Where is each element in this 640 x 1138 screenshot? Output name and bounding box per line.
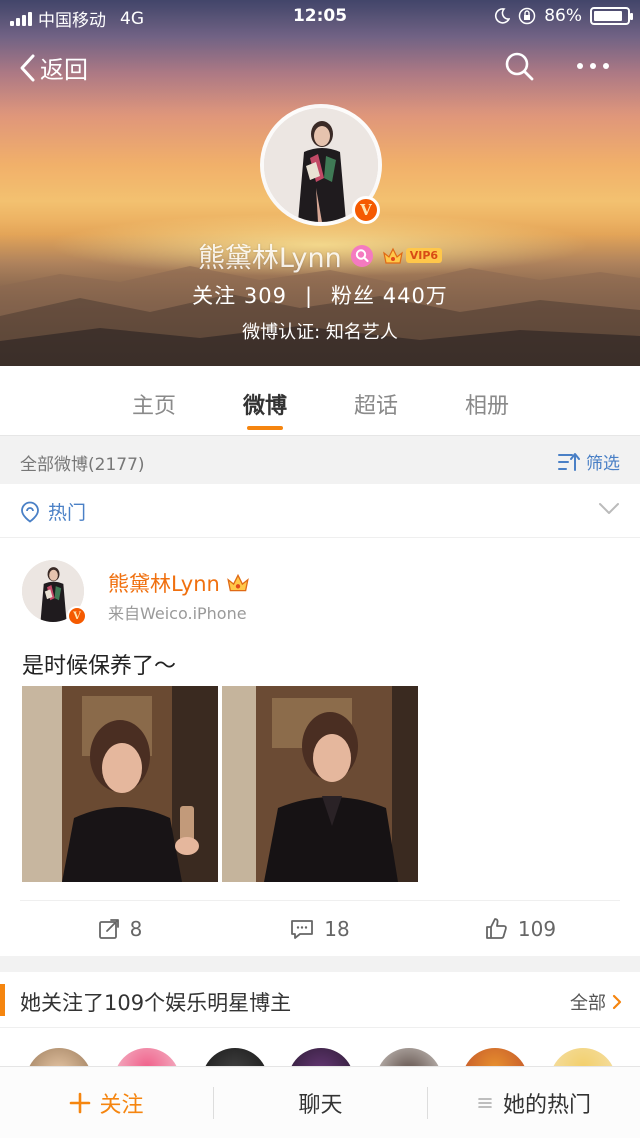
filter-icon <box>558 452 580 471</box>
section-divider <box>0 956 640 972</box>
post-image-2[interactable] <box>222 686 418 882</box>
filter-bar: 全部微博(2177) 筛选 <box>0 436 640 484</box>
status-bar: 中国移动 4G 12:05 86% <box>0 0 640 34</box>
verified-badge-icon: V <box>352 196 380 224</box>
nav-bar: 返回 <box>0 40 640 92</box>
moon-icon <box>495 8 511 24</box>
post-count: 全部微博(2177) <box>20 455 145 475</box>
followed-stars-list <box>0 1028 640 1068</box>
post-text: 是时候保养了～ <box>22 654 177 679</box>
star-avatar[interactable] <box>462 1048 528 1068</box>
search-icon <box>505 52 534 81</box>
thumbs-up-icon <box>486 917 507 939</box>
repost-button[interactable]: 8 <box>20 901 220 956</box>
crown-vip-icon <box>227 573 249 592</box>
chat-button[interactable]: 聊天 <box>214 1067 427 1138</box>
weibo-profile-page: 中国移动 4G 12:05 86% 返回 V 熊黛林Lynn VIP6 关注 3… <box>0 0 640 1138</box>
stats-separator: | <box>304 284 314 308</box>
section-accent-bar <box>0 984 5 1016</box>
her-hot-label: 她的热门 <box>502 1093 591 1118</box>
verification-text: 微博认证: 知名艺人 <box>242 322 398 343</box>
star-avatar[interactable] <box>376 1048 442 1068</box>
tab-super-topic[interactable]: 超话 <box>336 388 416 420</box>
profile-name: 熊黛林Lynn <box>197 243 342 274</box>
comment-icon <box>291 919 314 939</box>
battery-fill <box>594 11 622 21</box>
post-actions: 8 18 109 <box>20 900 620 956</box>
more-button[interactable] <box>575 56 611 80</box>
post-image-1[interactable] <box>22 686 218 882</box>
plus-icon <box>70 1092 91 1114</box>
profile-stats: 关注 309 | 粉丝 440万 <box>0 280 640 310</box>
post-source: 来自Weico.iPhone <box>108 604 247 623</box>
profile-name-row: 熊黛林Lynn VIP6 <box>0 236 640 275</box>
battery-percent: 86% <box>544 6 582 26</box>
followed-stars-header: 她关注了109个娱乐明星博主 全部 <box>0 972 640 1028</box>
comment-button[interactable]: 18 <box>220 901 420 956</box>
followed-stars-title: 她关注了109个娱乐明星博主 <box>20 991 292 1015</box>
back-button[interactable]: 返回 <box>18 50 88 85</box>
view-all-button[interactable]: 全部 <box>570 989 622 1015</box>
orientation-lock-icon <box>518 7 536 25</box>
vip-level: VIP6 <box>405 248 443 263</box>
star-avatar[interactable] <box>202 1048 268 1068</box>
her-hot-button[interactable]: 她的热门 <box>428 1067 640 1138</box>
female-gender-icon <box>350 244 373 267</box>
tab-weibo[interactable]: 微博 <box>225 388 305 420</box>
fans-label: 粉丝 <box>331 284 376 308</box>
crown-icon <box>382 247 403 264</box>
post-verified-badge-icon: V <box>67 606 87 626</box>
like-count: 109 <box>517 916 557 941</box>
star-avatar[interactable] <box>114 1048 180 1068</box>
star-avatar[interactable] <box>288 1048 354 1068</box>
hot-filter[interactable]: 热门 <box>20 498 86 525</box>
chevron-down-icon[interactable] <box>598 502 620 516</box>
profile-tabs: 主页 微博 超话 相册 <box>0 366 640 436</box>
following-count: 309 <box>243 284 287 308</box>
hot-filter-row: 热门 <box>0 484 640 538</box>
like-button[interactable]: 109 <box>420 901 620 956</box>
hot-pin-icon <box>21 501 39 523</box>
fans-count: 440万 <box>382 284 448 308</box>
vip-badge[interactable]: VIP6 <box>382 246 443 266</box>
chevron-left-icon <box>20 54 35 81</box>
follow-button[interactable]: 关注 <box>0 1067 213 1138</box>
tab-home[interactable]: 主页 <box>114 388 194 420</box>
list-icon <box>478 1098 492 1108</box>
profile-avatar-wrap[interactable]: V <box>260 104 382 226</box>
search-button[interactable] <box>503 50 535 86</box>
hot-label: 热门 <box>48 502 87 524</box>
star-avatar[interactable] <box>550 1048 616 1068</box>
following-label: 关注 <box>192 284 237 308</box>
post-photo-1 <box>22 686 218 882</box>
filter-button[interactable]: 筛选 <box>558 449 620 474</box>
more-dots-icon <box>577 63 609 69</box>
chat-label: 聊天 <box>298 1093 343 1118</box>
following-stat[interactable]: 关注 309 <box>192 284 287 308</box>
fans-stat[interactable]: 粉丝 440万 <box>331 284 448 308</box>
filter-label: 筛选 <box>586 454 620 474</box>
repost-count: 8 <box>129 916 143 941</box>
star-avatar[interactable] <box>26 1048 92 1068</box>
battery-icon <box>590 7 633 25</box>
post-author-name: 熊黛林Lynn <box>108 572 220 596</box>
follow-label: 关注 <box>99 1093 144 1118</box>
back-label: 返回 <box>40 56 88 84</box>
post-card[interactable]: V 熊黛林Lynn 来自Weico.iPhone 是时候保养了～ 8 18 10… <box>0 538 640 956</box>
bottom-action-bar: 关注 聊天 她的热门 <box>0 1066 640 1138</box>
status-right: 86% <box>494 6 633 26</box>
comment-count: 18 <box>324 916 350 941</box>
tab-album[interactable]: 相册 <box>447 388 527 420</box>
post-author[interactable]: 熊黛林Lynn <box>108 568 250 598</box>
chevron-right-icon <box>612 994 622 1010</box>
view-all-label: 全部 <box>570 993 606 1014</box>
active-tab-indicator <box>247 426 283 430</box>
repost-icon <box>98 918 119 939</box>
post-photo-2 <box>222 686 418 882</box>
